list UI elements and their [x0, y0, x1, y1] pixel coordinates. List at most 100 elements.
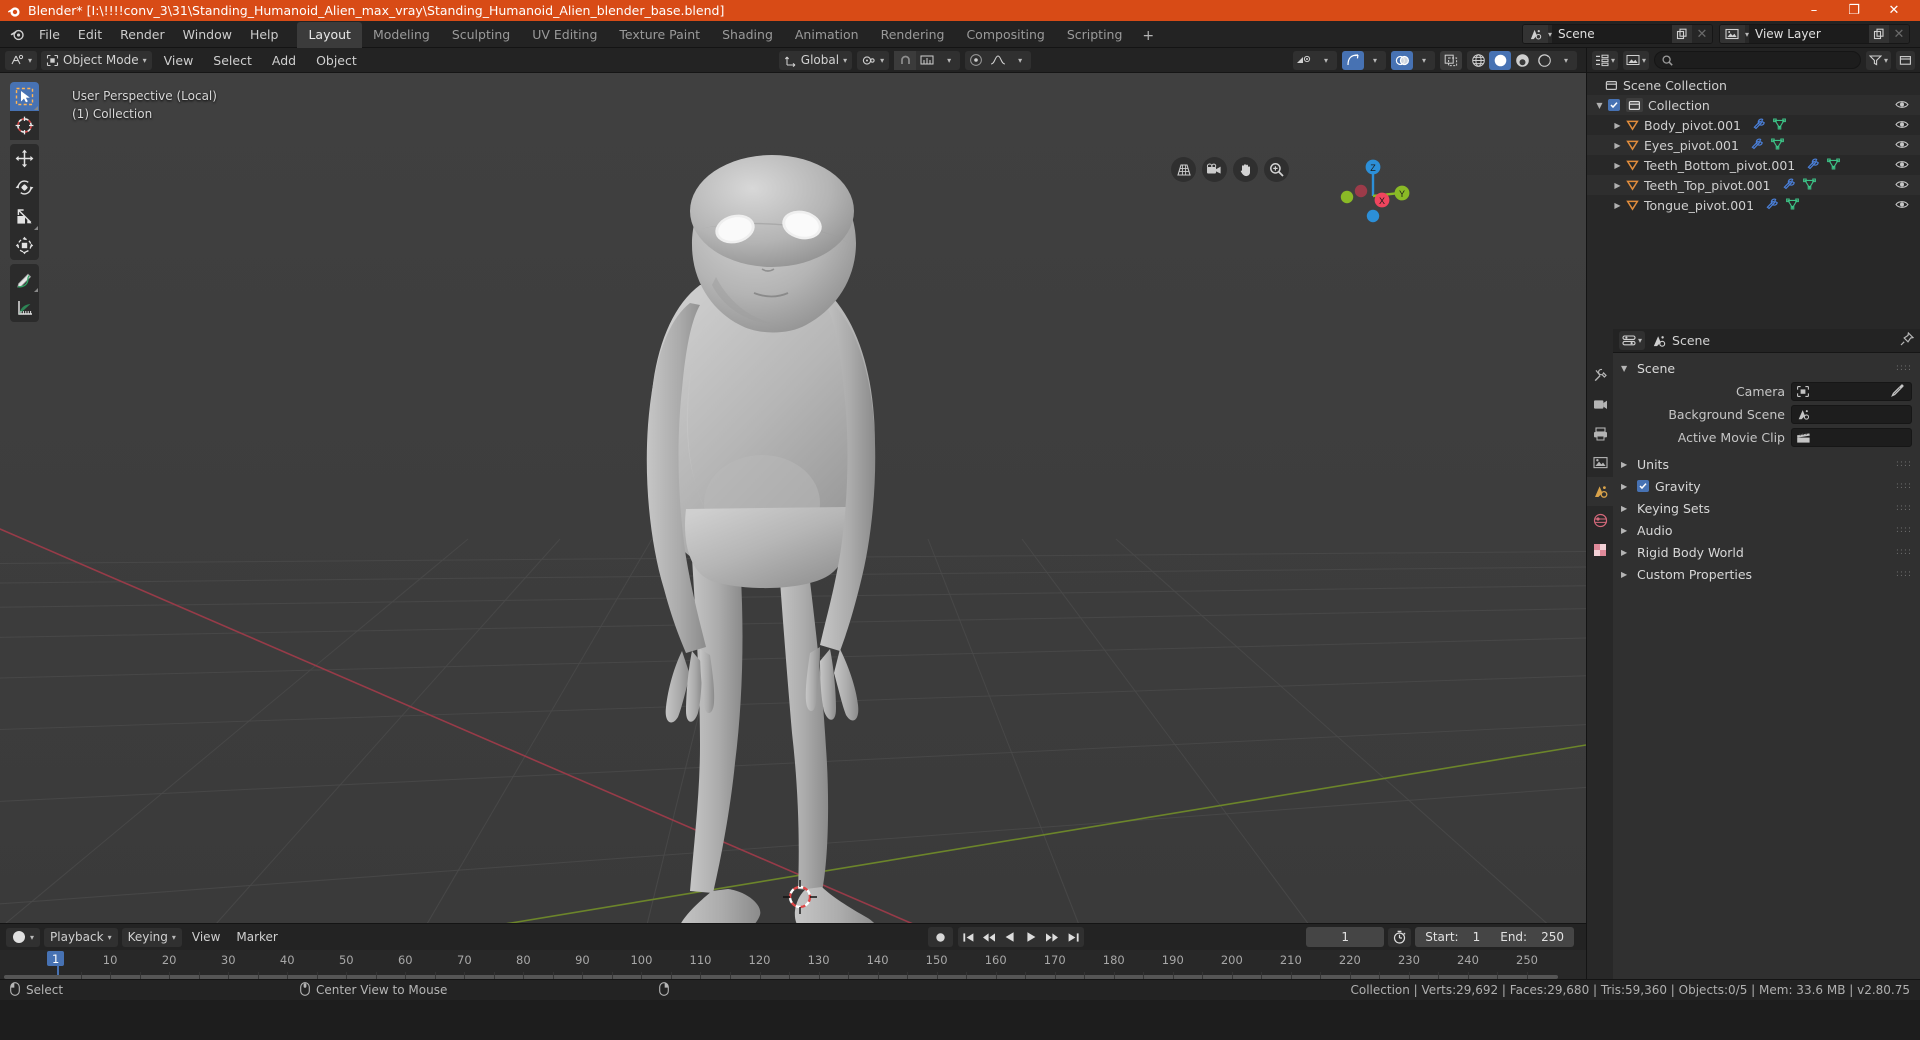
- transform-tool[interactable]: [10, 231, 39, 260]
- end-frame-field[interactable]: End: 250: [1490, 927, 1574, 947]
- xray-icon[interactable]: [1440, 50, 1462, 70]
- timeline-menu-keying[interactable]: Keying ▾: [121, 927, 182, 947]
- outliner-row-scene-collection[interactable]: Scene Collection: [1587, 75, 1920, 95]
- viewport-menu-select[interactable]: Select: [205, 53, 260, 68]
- transform-orientation-selector[interactable]: Global ▾: [778, 50, 853, 70]
- editor-type-3dview-icon[interactable]: ▾: [5, 50, 38, 70]
- gizmo-icon[interactable]: [1342, 50, 1364, 70]
- tab-layout[interactable]: Layout: [297, 21, 362, 48]
- close-button[interactable]: ✕: [1874, 0, 1914, 21]
- shading-solid-icon[interactable]: [1489, 50, 1511, 70]
- texture-checker-icon[interactable]: [1587, 535, 1613, 564]
- outliner-row-body-pivot[interactable]: ▶ Body_pivot.001: [1587, 115, 1920, 135]
- tab-scripting[interactable]: Scripting: [1056, 22, 1134, 48]
- pin-icon[interactable]: [1900, 331, 1915, 350]
- outliner-row-tongue-pivot[interactable]: ▶ Tongue_pivot.001: [1587, 195, 1920, 215]
- panel-header-units[interactable]: ▶ Units ::::: [1613, 453, 1920, 475]
- mesh-data-icon[interactable]: [1786, 198, 1799, 213]
- outliner-search-input[interactable]: [1654, 51, 1861, 69]
- snap-increment-icon[interactable]: [916, 51, 938, 70]
- scene-cone-icon[interactable]: [1587, 477, 1613, 506]
- current-frame-field[interactable]: 1: [1306, 927, 1385, 947]
- collection-checkbox[interactable]: [1608, 99, 1620, 111]
- background-scene-field[interactable]: [1791, 405, 1912, 424]
- menu-file[interactable]: File: [30, 24, 69, 45]
- scale-tool[interactable]: [10, 202, 39, 231]
- scene-selector[interactable]: ▾ Scene ✕: [1521, 24, 1713, 44]
- disclosure-triangle-icon[interactable]: ▼: [1593, 101, 1606, 110]
- panel-header-rigid-body-world[interactable]: ▶ Rigid Body World ::::: [1613, 541, 1920, 563]
- disclosure-triangle-icon[interactable]: ▶: [1611, 141, 1624, 150]
- outliner-tree[interactable]: Scene Collection ▼ Collection ▶ Body_piv…: [1587, 73, 1920, 329]
- tab-compositing[interactable]: Compositing: [955, 22, 1055, 48]
- visibility-eye-icon[interactable]: [1895, 118, 1909, 133]
- prev-keyframe-icon[interactable]: [979, 927, 1000, 947]
- next-keyframe-icon[interactable]: [1042, 927, 1063, 947]
- falloff-dropdown-chevron[interactable]: ▾: [1009, 51, 1031, 70]
- timeline-ruler[interactable]: 1 10 20 30 40 50 60 70 80 90 100 110 120 130 140 150 16…: [0, 950, 1586, 979]
- play-reverse-icon[interactable]: [1000, 927, 1021, 947]
- new-scene-button[interactable]: [1671, 25, 1692, 43]
- viewport-menu-object[interactable]: Object: [308, 53, 365, 68]
- view-layer-selector[interactable]: ▾ View Layer ✕: [1718, 24, 1910, 44]
- panel-header-scene[interactable]: ▼ Scene ::::: [1613, 357, 1920, 379]
- view-layer-name[interactable]: View Layer: [1749, 25, 1869, 43]
- filter-icon[interactable]: ▾: [1865, 50, 1891, 70]
- visibility-icon[interactable]: [1293, 51, 1315, 70]
- tab-sculpting[interactable]: Sculpting: [441, 22, 521, 48]
- gizmo-dropdown-chevron[interactable]: ▾: [1364, 51, 1386, 70]
- auto-keying-record-icon[interactable]: [927, 927, 953, 947]
- timeline-scrollbar[interactable]: [0, 975, 1586, 979]
- disclosure-triangle-icon[interactable]: ▶: [1611, 121, 1624, 130]
- outliner-row-teeth-top-pivot[interactable]: ▶ Teeth_Top_pivot.001: [1587, 175, 1920, 195]
- disclosure-triangle-icon[interactable]: ▶: [1611, 201, 1624, 210]
- jump-to-end-icon[interactable]: [1063, 927, 1084, 947]
- menu-edit[interactable]: Edit: [69, 24, 111, 45]
- mesh-data-icon[interactable]: [1802, 178, 1816, 193]
- view-layer-images-icon[interactable]: [1587, 448, 1613, 477]
- panel-header-gravity[interactable]: ▶ Gravity ::::: [1613, 475, 1920, 497]
- viewport-menu-add[interactable]: Add: [264, 53, 304, 68]
- modifier-icon[interactable]: [1751, 138, 1764, 153]
- panel-header-keying-sets[interactable]: ▶ Keying Sets ::::: [1613, 497, 1920, 519]
- blender-menu-icon[interactable]: [4, 23, 30, 45]
- outliner-row-eyes-pivot[interactable]: ▶ Eyes_pivot.001: [1587, 135, 1920, 155]
- snap-dropdown-chevron[interactable]: ▾: [938, 51, 960, 70]
- outliner-row-collection[interactable]: ▼ Collection: [1587, 95, 1920, 115]
- visibility-eye-icon[interactable]: [1895, 138, 1909, 153]
- play-icon[interactable]: [1021, 927, 1042, 947]
- jump-to-start-icon[interactable]: [958, 927, 979, 947]
- minimize-button[interactable]: –: [1794, 0, 1834, 21]
- mesh-data-icon[interactable]: [1773, 118, 1786, 133]
- tool-tab[interactable]: [1587, 361, 1613, 390]
- visibility-dropdown-chevron[interactable]: ▾: [1315, 51, 1337, 70]
- modifier-icon[interactable]: [1807, 158, 1820, 173]
- annotate-tool[interactable]: [10, 264, 39, 293]
- modifier-icon[interactable]: [1782, 178, 1796, 193]
- editor-type-properties-icon[interactable]: ▾: [1619, 331, 1646, 350]
- editor-type-outliner-icon[interactable]: ▾: [1592, 50, 1619, 70]
- disclosure-triangle-icon[interactable]: ▶: [1611, 181, 1624, 190]
- gravity-checkbox[interactable]: [1637, 480, 1649, 492]
- shading-material-preview-icon[interactable]: [1511, 51, 1533, 70]
- panel-header-audio[interactable]: ▶ Audio ::::: [1613, 519, 1920, 541]
- measure-tool[interactable]: [10, 293, 39, 322]
- add-workspace-button[interactable]: +: [1133, 24, 1163, 48]
- pivot-point-icon[interactable]: ▾: [857, 50, 890, 70]
- mesh-data-icon[interactable]: [1827, 158, 1841, 173]
- tab-rendering[interactable]: Rendering: [870, 22, 956, 48]
- outliner-row-teeth-bottom-pivot[interactable]: ▶ Teeth_Bottom_pivot.001: [1587, 155, 1920, 175]
- timeline-menu-view[interactable]: View: [186, 928, 226, 947]
- tab-modeling[interactable]: Modeling: [362, 22, 441, 48]
- modifier-icon[interactable]: [1753, 118, 1766, 133]
- outliner-display-mode[interactable]: ▾: [1623, 50, 1650, 70]
- visibility-eye-icon[interactable]: [1895, 178, 1909, 193]
- overlays-icon[interactable]: [1391, 50, 1413, 70]
- start-frame-field[interactable]: Start: 1: [1415, 927, 1490, 947]
- output-printer-icon[interactable]: [1587, 419, 1613, 448]
- shading-rendered-icon[interactable]: [1533, 51, 1555, 70]
- tab-texture-paint[interactable]: Texture Paint: [608, 22, 711, 48]
- playhead-marker[interactable]: 1: [47, 951, 65, 966]
- falloff-curve-icon[interactable]: [987, 51, 1009, 70]
- mesh-data-icon[interactable]: [1771, 138, 1784, 153]
